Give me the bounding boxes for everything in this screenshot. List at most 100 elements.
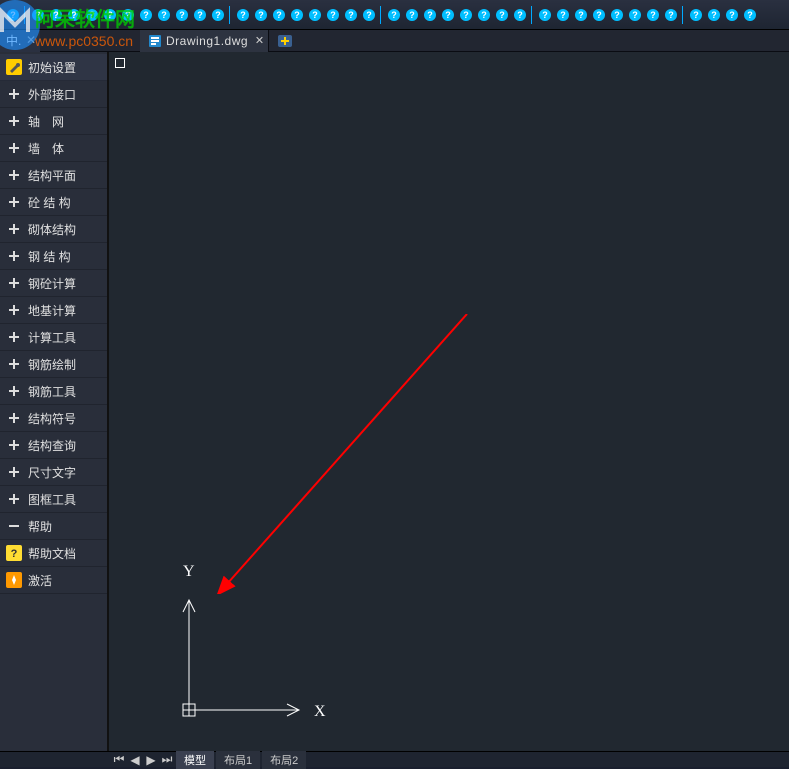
tab-last-icon[interactable]: ⏭	[160, 753, 174, 767]
layout2-tab[interactable]: 布局2	[262, 751, 306, 769]
svg-text:?: ?	[481, 10, 487, 20]
sidebar-item-7[interactable]: 钢 结 构	[0, 243, 107, 270]
sidebar-item-10[interactable]: 计算工具	[0, 324, 107, 351]
help-icon[interactable]: ?	[626, 6, 644, 24]
help-icon[interactable]: ?	[324, 6, 342, 24]
help-icon[interactable]: ?	[608, 6, 626, 24]
model-tab[interactable]: 模型	[176, 751, 214, 769]
help-icon[interactable]: ?	[360, 6, 378, 24]
help-icon[interactable]: ?	[234, 6, 252, 24]
help-icon[interactable]: ?	[209, 6, 227, 24]
sidebar-item-label: 尺寸文字	[28, 464, 76, 481]
sidebar-item-12[interactable]: 钢筋工具	[0, 378, 107, 405]
help-icon[interactable]: ?	[687, 6, 705, 24]
sidebar-item-2[interactable]: 轴 网	[0, 108, 107, 135]
help-icon[interactable]: ?	[119, 6, 137, 24]
sidebar-item-label: 钢筋工具	[28, 383, 76, 400]
svg-text:?: ?	[294, 10, 300, 20]
plus-icon	[6, 329, 22, 345]
help-icon[interactable]: ?	[191, 6, 209, 24]
toolbar-app-icon[interactable]: ?	[4, 6, 22, 24]
sidebar-item-9[interactable]: 地基计算	[0, 297, 107, 324]
help-icon[interactable]: ?	[83, 6, 101, 24]
sidebar-item-18[interactable]: ?帮助文档	[0, 540, 107, 567]
plus-icon	[6, 491, 22, 507]
svg-text:?: ?	[729, 10, 735, 20]
help-icon[interactable]: ?	[270, 6, 288, 24]
sidebar-item-17[interactable]: 帮助	[0, 513, 107, 540]
sidebar-item-16[interactable]: 图框工具	[0, 486, 107, 513]
sidebar-item-0[interactable]: 初始设置	[0, 54, 107, 81]
tab-next-icon[interactable]: ▶	[144, 753, 158, 767]
help-icon[interactable]: ?	[288, 6, 306, 24]
svg-text:?: ?	[747, 10, 753, 20]
svg-text:?: ?	[53, 10, 59, 20]
svg-text:?: ?	[668, 10, 674, 20]
help-icon[interactable]: ?	[65, 6, 83, 24]
sidebar-item-11[interactable]: 钢筋绘制	[0, 351, 107, 378]
tab-close-icon[interactable]: ✕	[255, 34, 264, 47]
activate-icon	[6, 572, 22, 588]
plus-icon	[6, 194, 22, 210]
help-icon[interactable]: ?	[475, 6, 493, 24]
help-icon[interactable]: ?	[741, 6, 759, 24]
layout1-tab[interactable]: 布局1	[216, 751, 260, 769]
help-icon[interactable]: ?	[723, 6, 741, 24]
help-icon[interactable]: ?	[342, 6, 360, 24]
drawing-canvas[interactable]: Y X	[109, 52, 789, 751]
svg-text:?: ?	[517, 10, 523, 20]
sidebar-item-8[interactable]: 钢砼计算	[0, 270, 107, 297]
sidebar-item-3[interactable]: 墙 体	[0, 135, 107, 162]
sidebar-item-14[interactable]: 结构查询	[0, 432, 107, 459]
svg-text:?: ?	[197, 10, 203, 20]
help-icon[interactable]: ?	[252, 6, 270, 24]
help-icon[interactable]: ?	[403, 6, 421, 24]
sidebar-item-1[interactable]: 外部接口	[0, 81, 107, 108]
svg-text:?: ?	[578, 10, 584, 20]
sidebar-item-label: 激活	[28, 572, 52, 589]
help-icon[interactable]: ?	[493, 6, 511, 24]
help-icon[interactable]: ?	[644, 6, 662, 24]
sidebar-item-15[interactable]: 尺寸文字	[0, 459, 107, 486]
help-icon[interactable]: ?	[572, 6, 590, 24]
plus-icon	[6, 302, 22, 318]
help-icon[interactable]: ?	[306, 6, 324, 24]
sidebar-item-19[interactable]: 激活	[0, 567, 107, 594]
layout-tab-bar: ⏮ ◀ ▶ ⏭ 模型 布局1 布局2	[0, 751, 789, 767]
side-panel: 初始设置外部接口轴 网墙 体结构平面砼 结 构砌体结构钢 结 构钢砼计算地基计算…	[0, 52, 109, 751]
panel-close-icon[interactable]: ✕	[26, 33, 36, 47]
file-tab[interactable]: Drawing1.dwg ✕	[140, 30, 269, 52]
file-tab-strip: 中. ✕ Drawing1.dwg ✕	[0, 30, 789, 52]
sidebar-item-5[interactable]: 砼 结 构	[0, 189, 107, 216]
help-icon[interactable]: ?	[173, 6, 191, 24]
help-icon[interactable]: ?	[662, 6, 680, 24]
help-icon[interactable]: ?	[511, 6, 529, 24]
svg-text:?: ?	[650, 10, 656, 20]
panel-toggle[interactable]: 中. ✕	[0, 30, 40, 52]
panel-toggle-label: 中.	[6, 32, 21, 49]
help-icon[interactable]: ?	[421, 6, 439, 24]
help-icon[interactable]: ?	[590, 6, 608, 24]
help-icon[interactable]: ?	[536, 6, 554, 24]
dwg-file-icon	[148, 34, 162, 48]
help-icon[interactable]: ?	[155, 6, 173, 24]
help-icon[interactable]: ?	[705, 6, 723, 24]
new-tab-button[interactable]	[273, 32, 297, 50]
svg-text:?: ?	[10, 10, 16, 20]
help-icon[interactable]: ?	[439, 6, 457, 24]
toolbar-group-2: ? ? ? ? ? ? ? ?	[229, 6, 378, 24]
svg-text:?: ?	[71, 10, 77, 20]
help-icon[interactable]: ?	[47, 6, 65, 24]
help-icon[interactable]: ?	[29, 6, 47, 24]
help-icon[interactable]: ?	[385, 6, 403, 24]
tab-first-icon[interactable]: ⏮	[112, 753, 126, 767]
help-icon[interactable]: ?	[137, 6, 155, 24]
sidebar-item-label: 砼 结 构	[28, 194, 71, 211]
sidebar-item-4[interactable]: 结构平面	[0, 162, 107, 189]
tab-prev-icon[interactable]: ◀	[128, 753, 142, 767]
sidebar-item-13[interactable]: 结构符号	[0, 405, 107, 432]
help-icon[interactable]: ?	[101, 6, 119, 24]
sidebar-item-6[interactable]: 砌体结构	[0, 216, 107, 243]
help-icon[interactable]: ?	[554, 6, 572, 24]
help-icon[interactable]: ?	[457, 6, 475, 24]
